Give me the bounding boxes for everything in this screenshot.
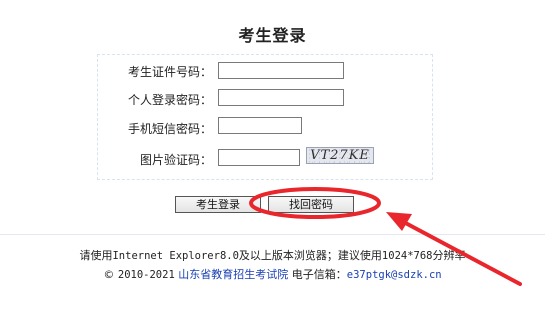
browser-notice-part2: 及以上版本浏览器；建议使用 [238, 249, 382, 262]
personal-password-label: 个人登录密码： [127, 93, 212, 107]
captcha-image[interactable]: VT27KE [306, 147, 374, 164]
email-link[interactable]: e37ptgk@sdzk.cn [347, 269, 442, 281]
copyright-years: 2010-2021 [117, 269, 175, 281]
page-title: 考生登录 [238, 26, 307, 45]
browser-notice-part3: 分辨率 [432, 249, 466, 262]
id-number-input[interactable] [218, 62, 344, 79]
footer-divider [0, 234, 545, 235]
personal-password-input[interactable] [218, 89, 344, 106]
email-label: 电子信箱： [291, 268, 347, 281]
org-name-link[interactable]: 山东省教育招生考试院 [178, 268, 288, 281]
browser-notice: 请使用Internet Explorer8.0及以上版本浏览器；建议使用1024… [0, 247, 545, 263]
captcha-label: 图片验证码： [139, 153, 212, 167]
sms-password-input[interactable] [218, 117, 302, 134]
browser-notice-browser: Internet Explorer8.0 [112, 250, 239, 262]
login-button[interactable]: 考生登录 [175, 196, 261, 213]
captcha-text: VT27KE [310, 148, 370, 163]
recover-password-button[interactable]: 找回密码 [268, 196, 354, 213]
id-number-label: 考生证件号码： [127, 65, 212, 79]
browser-notice-part1: 请使用 [79, 249, 113, 262]
copyright-symbol: © [103, 268, 115, 281]
browser-notice-resolution: 1024*768 [381, 250, 433, 262]
copyright-line: © 2010-2021 山东省教育招生考试院 电子信箱：e37ptgk@sdzk… [0, 266, 545, 282]
sms-password-label: 手机短信密码： [127, 122, 212, 136]
captcha-input[interactable] [218, 149, 300, 166]
annotation-arrow-head [386, 212, 412, 231]
